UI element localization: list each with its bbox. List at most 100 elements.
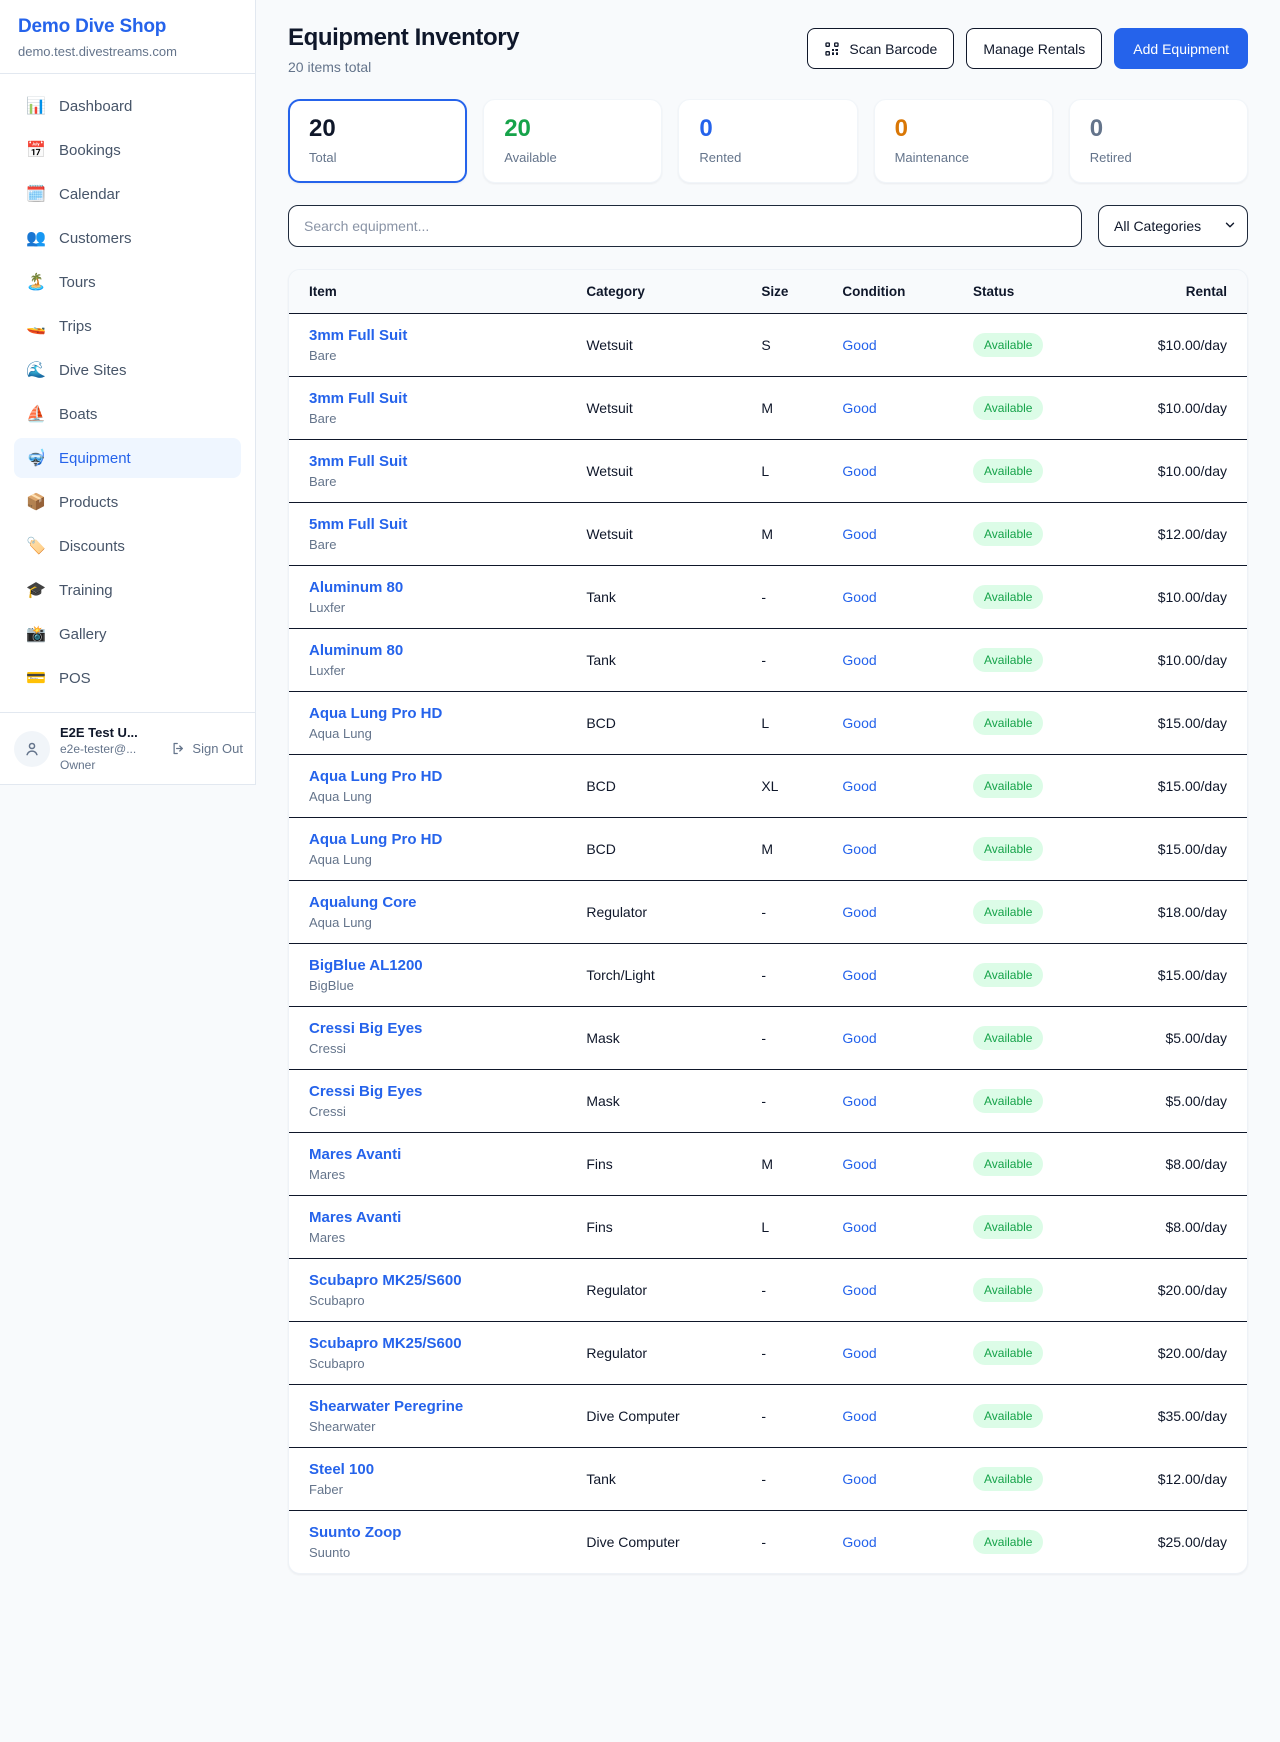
page-header-text: Equipment Inventory 20 items total [288, 24, 519, 75]
sidebar-item-gallery[interactable]: 📸 Gallery [14, 614, 241, 654]
item-condition: Good [826, 503, 957, 566]
item-name-link[interactable]: Mares Avanti [309, 1209, 554, 1226]
stat-card[interactable]: 20 Available [483, 99, 662, 183]
stat-card[interactable]: 0 Rented [678, 99, 857, 183]
item-name-link[interactable]: Aqua Lung Pro HD [309, 831, 554, 848]
item-category: Mask [570, 1007, 745, 1070]
sidebar-item-tours[interactable]: 🏝️ Tours [14, 262, 241, 302]
item-size: - [745, 1448, 826, 1511]
table-row: BigBlue AL1200 BigBlue Torch/Light - Goo… [289, 944, 1247, 1007]
item-name-link[interactable]: 3mm Full Suit [309, 453, 554, 470]
item-condition: Good [826, 1070, 957, 1133]
item-brand: Bare [309, 348, 554, 363]
item-name-link[interactable]: 3mm Full Suit [309, 327, 554, 344]
item-name-link[interactable]: Scubapro MK25/S600 [309, 1335, 554, 1352]
item-name-link[interactable]: Cressi Big Eyes [309, 1020, 554, 1037]
item-brand: Shearwater [309, 1419, 554, 1434]
manage-rentals-button[interactable]: Manage Rentals [966, 28, 1102, 69]
nav-icon: 🎓 [26, 580, 46, 600]
sidebar: Demo Dive Shop demo.test.divestreams.com… [0, 0, 256, 785]
item-name-link[interactable]: Aqua Lung Pro HD [309, 768, 554, 785]
item-brand: BigBlue [309, 978, 554, 993]
column-header-rental: Rental [1142, 270, 1247, 314]
item-name-link[interactable]: Aqua Lung Pro HD [309, 705, 554, 722]
nav-icon: 🏝️ [26, 272, 46, 292]
item-rental-rate: $20.00/day [1142, 1322, 1247, 1385]
item-size: - [745, 1385, 826, 1448]
item-name-link[interactable]: Suunto Zoop [309, 1524, 554, 1541]
nav-label: Discounts [59, 538, 125, 555]
item-size: M [745, 818, 826, 881]
table-row: 3mm Full Suit Bare Wetsuit S Good Availa… [289, 314, 1247, 377]
nav-label: POS [59, 670, 91, 687]
column-header-size: Size [745, 270, 826, 314]
status-badge: Available [973, 522, 1043, 546]
sidebar-item-dive-sites[interactable]: 🌊 Dive Sites [14, 350, 241, 390]
sign-out-button[interactable]: Sign Out [171, 741, 243, 756]
item-condition: Good [826, 1448, 957, 1511]
item-name-link[interactable]: Scubapro MK25/S600 [309, 1272, 554, 1289]
item-category: BCD [570, 818, 745, 881]
item-name-link[interactable]: Steel 100 [309, 1461, 554, 1478]
item-name-link[interactable]: 5mm Full Suit [309, 516, 554, 533]
sidebar-item-training[interactable]: 🎓 Training [14, 570, 241, 610]
item-category: Fins [570, 1133, 745, 1196]
stat-value: 0 [699, 115, 836, 143]
item-name-link[interactable]: BigBlue AL1200 [309, 957, 554, 974]
item-brand: Bare [309, 537, 554, 552]
item-condition: Good [826, 377, 957, 440]
sidebar-item-products[interactable]: 📦 Products [14, 482, 241, 522]
sidebar-item-dashboard[interactable]: 📊 Dashboard [14, 86, 241, 126]
item-size: M [745, 503, 826, 566]
nav-label: Dive Sites [59, 362, 127, 379]
stat-card[interactable]: 20 Total [288, 99, 467, 183]
item-rental-rate: $10.00/day [1142, 629, 1247, 692]
item-name-link[interactable]: Mares Avanti [309, 1146, 554, 1163]
sidebar-item-boats[interactable]: ⛵ Boats [14, 394, 241, 434]
item-condition: Good [826, 881, 957, 944]
item-rental-rate: $10.00/day [1142, 314, 1247, 377]
sidebar-item-customers[interactable]: 👥 Customers [14, 218, 241, 258]
search-wrap [288, 205, 1082, 247]
stat-value: 20 [309, 115, 446, 143]
shop-name[interactable]: Demo Dive Shop [18, 16, 237, 38]
item-rental-rate: $15.00/day [1142, 755, 1247, 818]
column-header-condition: Condition [826, 270, 957, 314]
item-name-link[interactable]: Shearwater Peregrine [309, 1398, 554, 1415]
sidebar-item-pos[interactable]: 💳 POS [14, 658, 241, 698]
item-brand: Aqua Lung [309, 789, 554, 804]
item-size: M [745, 377, 826, 440]
scan-barcode-button[interactable]: Scan Barcode [807, 28, 954, 69]
status-badge: Available [973, 459, 1043, 483]
item-rental-rate: $8.00/day [1142, 1133, 1247, 1196]
item-rental-rate: $15.00/day [1142, 818, 1247, 881]
sidebar-item-trips[interactable]: 🚤 Trips [14, 306, 241, 346]
item-name-link[interactable]: Aluminum 80 [309, 579, 554, 596]
category-select[interactable]: All Categories [1098, 205, 1248, 247]
sidebar-item-calendar[interactable]: 🗓️ Calendar [14, 174, 241, 214]
user-email: e2e-tester@... [60, 742, 161, 756]
item-size: L [745, 1196, 826, 1259]
nav-icon: 🌊 [26, 360, 46, 380]
stat-card[interactable]: 0 Maintenance [874, 99, 1053, 183]
item-name-link[interactable]: Cressi Big Eyes [309, 1083, 554, 1100]
item-name-link[interactable]: Aluminum 80 [309, 642, 554, 659]
nav-label: Boats [59, 406, 97, 423]
sidebar-item-bookings[interactable]: 📅 Bookings [14, 130, 241, 170]
item-name-link[interactable]: 3mm Full Suit [309, 390, 554, 407]
search-input[interactable] [288, 205, 1082, 247]
add-equipment-button[interactable]: Add Equipment [1114, 28, 1248, 69]
nav-label: Trips [59, 318, 92, 335]
item-brand: Mares [309, 1230, 554, 1245]
column-header-item: Item [289, 270, 570, 314]
nav-label: Products [59, 494, 118, 511]
item-name-link[interactable]: Aqualung Core [309, 894, 554, 911]
status-badge: Available [973, 963, 1043, 987]
stat-card[interactable]: 0 Retired [1069, 99, 1248, 183]
sidebar-item-equipment[interactable]: 🤿 Equipment [14, 438, 241, 478]
item-category: Regulator [570, 881, 745, 944]
user-section: E2E Test U... e2e-tester@... Owner Sign … [0, 712, 255, 784]
item-rental-rate: $15.00/day [1142, 692, 1247, 755]
sidebar-item-discounts[interactable]: 🏷️ Discounts [14, 526, 241, 566]
item-brand: Cressi [309, 1041, 554, 1056]
